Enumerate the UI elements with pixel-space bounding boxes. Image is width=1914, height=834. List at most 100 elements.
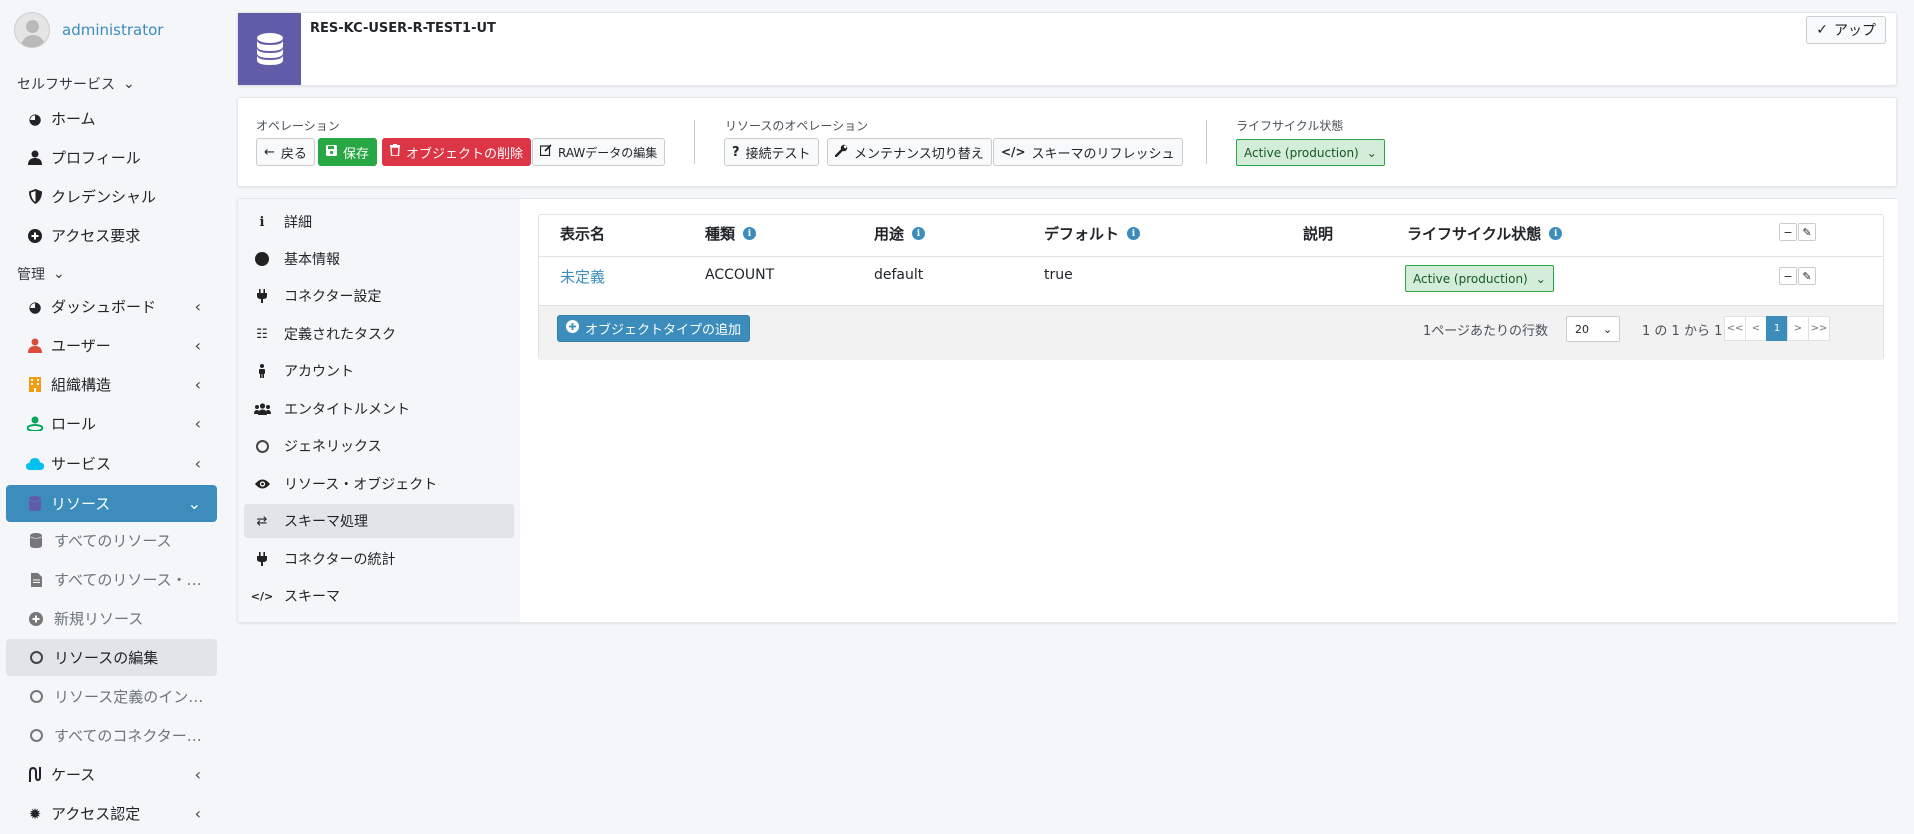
pager-next[interactable]: >: [1787, 316, 1809, 341]
sidebar-item-home[interactable]: ◕ ホーム: [6, 100, 217, 137]
row-edit-button[interactable]: ✎: [1798, 267, 1816, 285]
sidebar-item-profile[interactable]: プロフィール: [6, 139, 217, 176]
menu-item-label: 詳細: [284, 215, 312, 231]
save-button[interactable]: 保存: [318, 138, 378, 166]
column-header-default[interactable]: デフォルト i: [1044, 223, 1141, 244]
back-button-label: 戻る: [280, 146, 307, 162]
user-name[interactable]: administrator: [62, 21, 163, 39]
column-header-description[interactable]: 説明: [1303, 223, 1333, 244]
pager-last[interactable]: >>: [1808, 316, 1830, 341]
sidebar-item-services[interactable]: サービス ‹: [6, 445, 217, 482]
database-icon: [25, 496, 45, 511]
divider: [539, 256, 1883, 257]
sidebar-item-org[interactable]: 組織構造 ‹: [6, 366, 217, 403]
sidebar-sub-all-connectors[interactable]: すべてのコネクター…: [6, 717, 217, 754]
sidebar-item-access-request[interactable]: アクセス要求: [6, 217, 217, 254]
menu-item-label: 定義されたタスク: [284, 327, 396, 343]
row-lifecycle-value: Active (production): [1413, 271, 1528, 286]
circle-icon: [253, 439, 271, 453]
sidebar-item-resources[interactable]: リソース ⌄: [6, 485, 217, 522]
sidebar-item-label: ケース: [51, 766, 96, 784]
menu-item-details[interactable]: i 詳細: [244, 205, 514, 239]
dashboard-icon: ◕: [28, 297, 42, 316]
edit-button[interactable]: ✎: [1798, 223, 1816, 241]
back-button[interactable]: ← 戻る: [256, 138, 315, 166]
maintenance-button-label: メンテナンス切り替え: [854, 146, 984, 162]
object-type-link[interactable]: 未定義: [560, 266, 605, 287]
page-title: RES-KC-USER-R-TEST1-UT: [310, 21, 496, 36]
menu-item-label: スキーマ: [284, 589, 340, 605]
column-header-kind[interactable]: 種類 i: [705, 223, 757, 244]
sidebar-sub-all-resource-objects[interactable]: すべてのリソース・…: [6, 561, 217, 598]
question-icon: ?: [732, 144, 740, 160]
rows-per-page-select[interactable]: 20 ⌄: [1566, 316, 1620, 342]
admin-header-label: 管理: [17, 267, 45, 283]
row-lifecycle-select[interactable]: Active (production) ⌄: [1405, 265, 1554, 292]
menu-item-resource-objects[interactable]: リソース・オブジェクト: [244, 467, 514, 501]
sidebar-item-certification[interactable]: ✹ アクセス認定 ‹: [6, 795, 217, 832]
sidebar-item-dashboard[interactable]: ◕ ダッシュボード ‹: [6, 288, 217, 325]
menu-item-schema-handling[interactable]: ⇄ スキーマ処理: [244, 504, 514, 538]
sidebar-sub-new-resource[interactable]: 新規リソース: [6, 600, 217, 637]
column-header-label: 種類: [705, 225, 736, 243]
admin-header[interactable]: 管理 ⌄: [17, 264, 65, 284]
sidebar-sub-all-resources[interactable]: すべてのリソース: [6, 522, 217, 559]
minus-icon: −: [1783, 225, 1793, 239]
pager-page-1[interactable]: 1: [1766, 316, 1788, 341]
column-header-intent[interactable]: 用途 i: [874, 223, 926, 244]
sidebar-item-cases[interactable]: ケース ‹: [6, 756, 217, 793]
column-header-lifecycle[interactable]: ライフサイクル状態 i: [1407, 223, 1563, 244]
maintenance-button[interactable]: メンテナンス切り替え: [827, 138, 992, 166]
sidebar-sub-label: リソース定義のイン…: [54, 688, 204, 706]
up-button[interactable]: ✓ アップ: [1806, 16, 1886, 44]
code-icon: </>: [250, 589, 274, 603]
menu-item-generics[interactable]: ジェネリックス: [244, 429, 514, 463]
sidebar-sub-import-definition[interactable]: リソース定義のイン…: [6, 678, 217, 715]
save-button-label: 保存: [343, 146, 370, 162]
menu-item-accounts[interactable]: アカウント: [244, 354, 514, 388]
column-header-display-name[interactable]: 表示名: [560, 223, 605, 244]
test-connection-button[interactable]: ? 接続テスト: [724, 138, 819, 166]
sidebar-sub-label: すべてのリソース・…: [54, 571, 202, 589]
delete-button[interactable]: オブジェクトの削除: [382, 138, 532, 166]
info-icon[interactable]: i: [743, 227, 757, 240]
sidebar-item-credentials[interactable]: クレデンシャル: [6, 178, 217, 215]
self-service-header[interactable]: セルフサービス ⌄: [17, 74, 135, 94]
info-icon[interactable]: i: [1549, 227, 1563, 240]
trash-icon: [390, 144, 400, 160]
route-icon: [25, 767, 45, 782]
menu-item-entitlements[interactable]: エンタイトルメント: [244, 392, 514, 426]
info-icon[interactable]: i: [912, 227, 926, 240]
row-collapse-button[interactable]: −: [1779, 267, 1797, 285]
circle-icon: [26, 729, 46, 742]
menu-item-tasks[interactable]: ☷ 定義されたタスク: [244, 317, 514, 351]
pager-first[interactable]: <<: [1724, 316, 1746, 341]
menu-item-connector-stats[interactable]: コネクターの統計: [244, 542, 514, 576]
lifecycle-select-value: Active (production): [1244, 145, 1359, 160]
pager-prev[interactable]: <: [1745, 316, 1767, 341]
chevron-left-icon: ‹: [194, 336, 201, 355]
user-panel[interactable]: administrator: [14, 12, 163, 48]
chevron-down-icon: ⌄: [187, 494, 201, 513]
sidebar-item-label: ダッシュボード: [51, 298, 157, 316]
pagination: << < 1 > >>: [1724, 316, 1830, 341]
resource-header: RES-KC-USER-R-TEST1-UT ✓ アップ: [237, 12, 1897, 86]
minus-icon: −: [1783, 269, 1793, 283]
sidebar-item-roles[interactable]: ロール ‹: [6, 405, 217, 442]
sidebar-sub-edit-resource[interactable]: リソースの編集: [6, 639, 217, 676]
info-icon: i: [259, 214, 265, 230]
info-icon[interactable]: i: [1127, 227, 1141, 240]
edit-raw-button[interactable]: RAWデータの編集: [532, 138, 666, 166]
collapse-button[interactable]: −: [1779, 223, 1797, 241]
sidebar-item-users[interactable]: ユーザー ‹: [6, 327, 217, 364]
lifecycle-label: ライフサイクル状態: [1236, 119, 1344, 133]
lifecycle-select[interactable]: Active (production) ⌄: [1236, 139, 1385, 166]
menu-item-label: ジェネリックス: [284, 439, 382, 455]
eye-icon: [253, 479, 271, 489]
menu-item-connector-config[interactable]: コネクター設定: [244, 279, 514, 313]
add-object-type-button[interactable]: オブジェクトタイプの追加: [557, 315, 751, 342]
chevron-down-icon: ⌄: [53, 266, 65, 282]
refresh-schema-button[interactable]: </> スキーマのリフレッシュ: [993, 138, 1183, 166]
menu-item-schema[interactable]: </> スキーマ: [244, 579, 514, 613]
menu-item-basic[interactable]: 基本情報: [244, 242, 514, 276]
